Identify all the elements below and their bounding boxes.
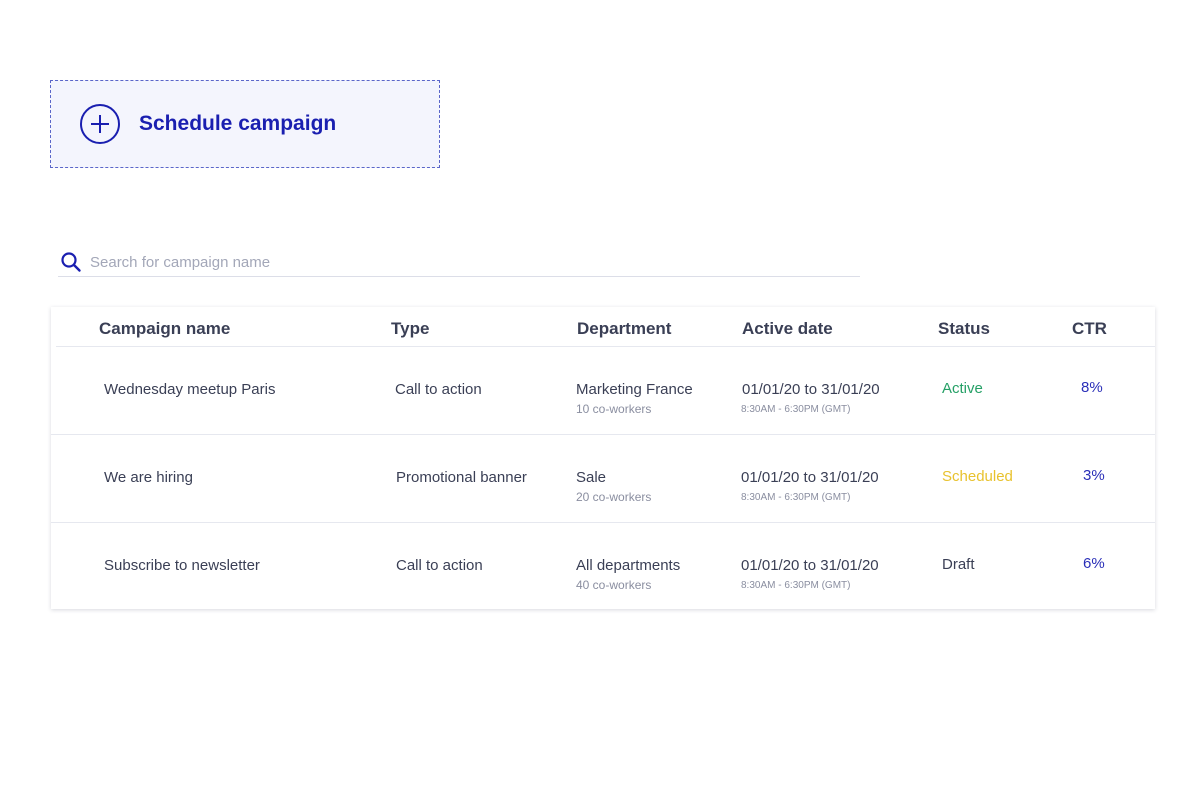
table-header: Campaign name Type Department Active dat…: [56, 307, 1155, 347]
active-date-range: 01/01/20 to 31/01/20: [742, 381, 880, 398]
campaign-name: We are hiring: [104, 469, 193, 486]
search-input[interactable]: [90, 253, 830, 271]
header-department[interactable]: Department: [577, 319, 671, 339]
schedule-campaign-button[interactable]: Schedule campaign: [50, 80, 440, 168]
schedule-campaign-label: Schedule campaign: [139, 112, 337, 135]
active-time-range: 8:30AM - 6:30PM (GMT): [741, 580, 851, 591]
campaign-name: Subscribe to newsletter: [104, 557, 260, 574]
campaigns-table: Campaign name Type Department Active dat…: [51, 307, 1155, 609]
table-row[interactable]: Subscribe to newsletter Call to action A…: [51, 523, 1155, 611]
active-date-range: 01/01/20 to 31/01/20: [741, 469, 879, 486]
campaign-department: Sale: [576, 469, 607, 486]
header-active-date[interactable]: Active date: [742, 319, 833, 339]
campaign-name: Wednesday meetup Paris: [104, 381, 276, 398]
active-time-range: 8:30AM - 6:30PM (GMT): [741, 404, 851, 415]
campaign-search: [58, 248, 860, 277]
department-coworkers: 40 co-workers: [576, 578, 652, 592]
header-type[interactable]: Type: [391, 319, 429, 339]
status-label: Draft: [942, 556, 975, 573]
active-time-range: 8:30AM - 6:30PM (GMT): [741, 492, 851, 503]
ctr-value: 8%: [1081, 379, 1103, 396]
ctr-value: 3%: [1083, 467, 1105, 484]
header-campaign-name[interactable]: Campaign name: [99, 319, 230, 339]
plus-circle-icon: [80, 104, 120, 144]
campaign-type: Call to action: [396, 557, 483, 574]
ctr-value: 6%: [1083, 555, 1105, 572]
department-coworkers: 10 co-workers: [576, 402, 652, 416]
status-label: Scheduled: [942, 468, 1013, 485]
header-ctr[interactable]: CTR: [1072, 319, 1107, 339]
campaign-department: All departments: [576, 557, 681, 574]
campaign-type: Call to action: [395, 381, 482, 398]
status-label: Active: [942, 380, 983, 397]
department-coworkers: 20 co-workers: [576, 490, 652, 504]
table-row[interactable]: Wednesday meetup Paris Call to action Ma…: [51, 347, 1155, 435]
campaigns-page: Schedule campaign Campaign name Type Dep…: [0, 0, 1200, 800]
search-icon: [60, 251, 82, 273]
campaign-department: Marketing France: [576, 381, 693, 398]
active-date-range: 01/01/20 to 31/01/20: [741, 557, 879, 574]
header-status[interactable]: Status: [938, 319, 990, 339]
campaign-type: Promotional banner: [396, 469, 527, 486]
table-row[interactable]: We are hiring Promotional banner Sale 20…: [51, 435, 1155, 523]
